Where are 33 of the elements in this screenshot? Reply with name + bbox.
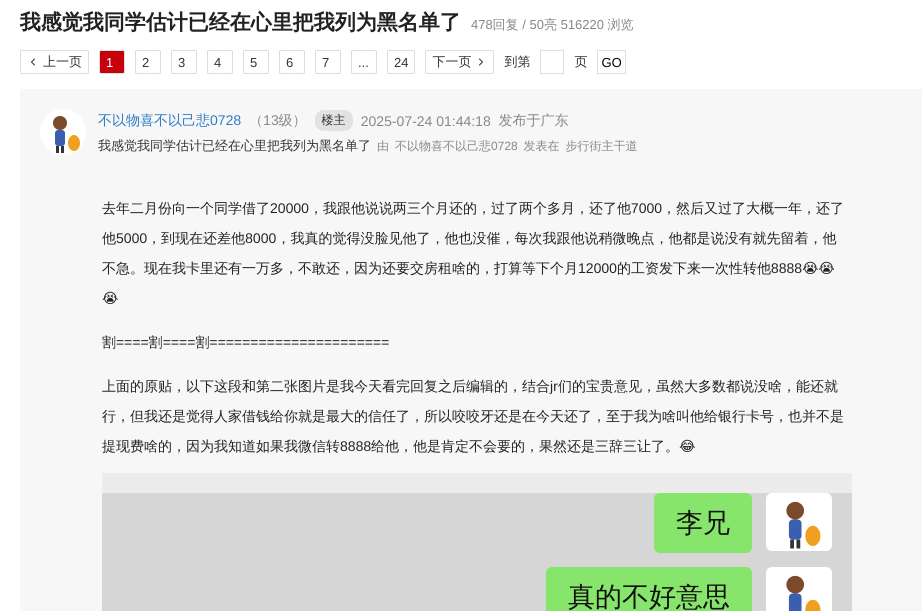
post-paragraph: 上面的原贴，以下这段和第二张图片是我今天看完回复之后编辑的，结合jr们的宝贵意见，虽然大多数都说没啥，能还就行，但我还是觉得人家借钱给你就是最大的信任了，所以咬咬牙还是在今天还了，至于我为啥叫他给银行卡号，也并不是提现费啥的，因为我知道如果我微信转8888给他，他是肯定不会要的，果然还是三辞三让了。😂	[102, 377, 845, 456]
goto-label: 到第	[504, 53, 530, 71]
thread-title: 我感觉我同学估计已经在心里把我列为黑名单了	[20, 10, 461, 36]
page-button[interactable]: 7	[315, 50, 341, 74]
page-button[interactable]: 1	[99, 50, 125, 74]
by-label: 由	[377, 138, 389, 155]
thread-stats: 478回复 / 50亮 516220 浏览	[471, 16, 634, 34]
op-badge: 楼主	[314, 110, 353, 131]
page-button[interactable]: 6	[279, 50, 305, 74]
post-subject: 我感觉我同学估计已经在心里把我列为黑名单了	[98, 137, 371, 155]
post-paragraph: 去年二月份向一个同学借了20000，我跟他说说两三个月还的，过了两个多月，还了他7000，然后又过了大概一年，还了他5000，到现在还差他8000，我真的觉得没脸见他了，他也没催，每次我跟他说稍微晚点，他都是说没有就先留着，他不急。现在我卡里还有一万多，不敢还，因为还要交房租啥的，打算等下个月12000的工资发下来一次性转他8888😭😭😭	[102, 199, 846, 308]
page-button[interactable]: 24	[387, 50, 416, 74]
page-input[interactable]	[540, 50, 564, 74]
posted-in-label: 发表在	[524, 138, 560, 155]
chat-avatar	[766, 567, 832, 611]
post-location: 发布于广东	[498, 112, 569, 130]
chat-avatar	[766, 493, 832, 551]
page-button[interactable]: 4	[207, 50, 233, 74]
author-link[interactable]: 不以物喜不以己悲0728	[98, 112, 242, 130]
post-time: 2025-07-24 01:44:18	[360, 112, 491, 128]
avatar[interactable]	[40, 109, 86, 155]
page-label: 页	[574, 53, 588, 71]
page-button[interactable]: ...	[351, 50, 377, 74]
page-button[interactable]: 2	[135, 50, 161, 74]
go-button[interactable]: GO	[597, 50, 626, 74]
user-level: （13级）	[249, 112, 307, 130]
page-button[interactable]: 3	[171, 50, 197, 74]
chat-bubble: 真的不好意思	[546, 567, 752, 611]
post-paragraph: 割====割====割======================	[102, 333, 390, 352]
previous-page-button[interactable]: 上一页	[20, 50, 89, 74]
page-button[interactable]: 5	[243, 50, 269, 74]
chat-bubble: 李兄	[654, 493, 752, 553]
next-page-button[interactable]: 下一页	[425, 50, 494, 74]
